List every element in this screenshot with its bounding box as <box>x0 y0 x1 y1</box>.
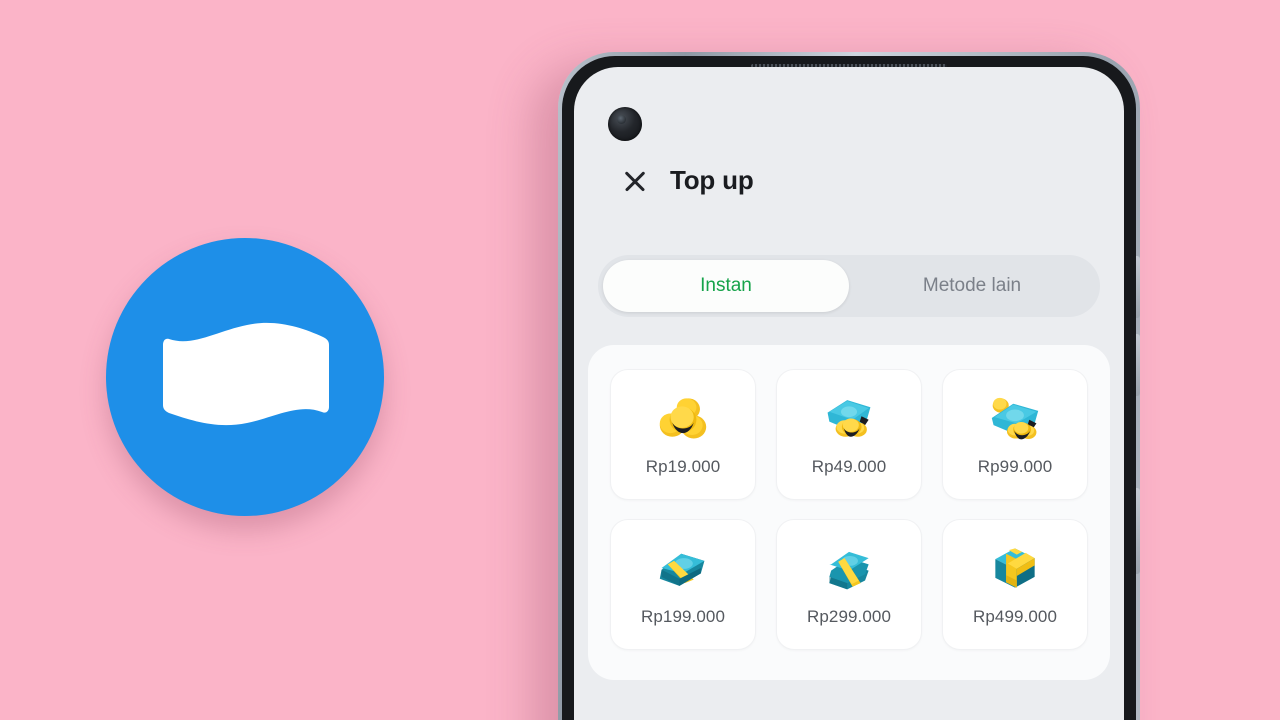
amount-card[interactable]: Rp99.000 <box>942 369 1088 500</box>
brand-logo <box>106 238 384 516</box>
amount-label: Rp299.000 <box>806 606 892 626</box>
volume-down-button[interactable] <box>1136 334 1140 396</box>
phone-device: Top up Instan Metode lain Rp19.000 Rp49.… <box>558 52 1140 720</box>
close-icon[interactable] <box>622 168 648 194</box>
tab-instan[interactable]: Instan <box>603 260 849 312</box>
amount-label: Rp499.000 <box>972 606 1058 626</box>
wavy-flag-icon <box>155 317 335 437</box>
amount-card[interactable]: Rp19.000 <box>610 369 756 500</box>
amount-label: Rp199.000 <box>640 606 726 626</box>
volume-up-button[interactable] <box>1136 256 1140 318</box>
tab-bar: Instan Metode lain <box>598 255 1100 317</box>
tab-metode-lain[interactable]: Metode lain <box>849 260 1095 312</box>
amount-label: Rp49.000 <box>811 456 887 476</box>
page-title: Top up <box>670 165 754 195</box>
phone-bezel: Top up Instan Metode lain Rp19.000 Rp49.… <box>562 56 1140 720</box>
amount-panel: Rp19.000 Rp49.000 Rp99.000 Rp199.000 Rp2… <box>588 345 1110 680</box>
amount-grid: Rp19.000 Rp49.000 Rp99.000 Rp199.000 Rp2… <box>610 369 1088 650</box>
banded-bill-icon <box>654 543 712 593</box>
front-camera-icon <box>608 107 642 141</box>
amount-label: Rp19.000 <box>645 456 721 476</box>
power-button[interactable] <box>1136 488 1140 574</box>
bill-stack-icon <box>820 543 878 593</box>
amount-card[interactable]: Rp49.000 <box>776 369 922 500</box>
amount-card[interactable]: Rp299.000 <box>776 519 922 650</box>
amount-card[interactable]: Rp499.000 <box>942 519 1088 650</box>
bill-with-coins-icon <box>820 393 878 443</box>
gift-box-icon <box>986 543 1044 593</box>
amount-label: Rp99.000 <box>977 456 1053 476</box>
amount-card[interactable]: Rp199.000 <box>610 519 756 650</box>
phone-screen: Top up Instan Metode lain Rp19.000 Rp49.… <box>574 67 1124 720</box>
bill-with-coins-large-icon <box>986 393 1044 443</box>
app-header: Top up <box>574 67 1124 196</box>
coins-icon <box>654 393 712 443</box>
